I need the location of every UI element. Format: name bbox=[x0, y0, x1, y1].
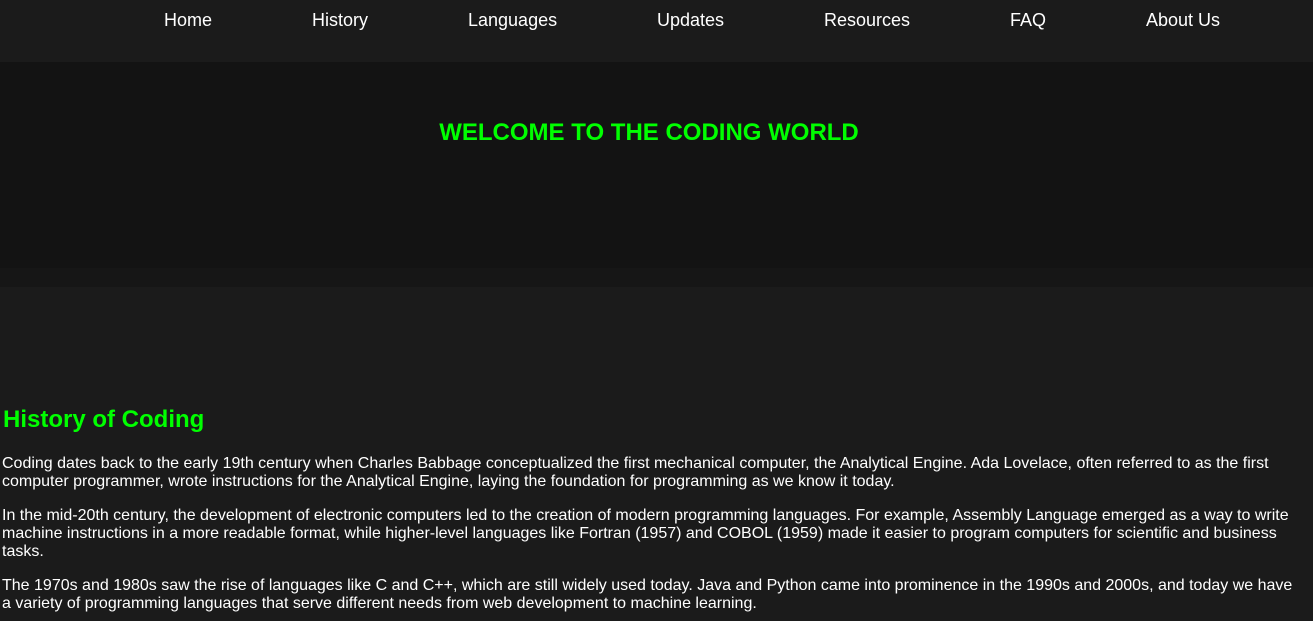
nav-link-resources[interactable]: Resources bbox=[824, 9, 910, 31]
nav-link-history[interactable]: History bbox=[312, 9, 368, 31]
nav-link-updates[interactable]: Updates bbox=[657, 9, 724, 31]
top-navigation-bar: Home History Languages Updates Resources… bbox=[0, 0, 1313, 62]
history-paragraph-2: In the mid-20th century, the development… bbox=[2, 507, 1289, 560]
hero-bottom-strip bbox=[0, 268, 1313, 287]
hero-banner bbox=[0, 62, 1313, 268]
nav-link-home[interactable]: Home bbox=[164, 9, 212, 31]
history-paragraph-1: Coding dates back to the early 19th cent… bbox=[2, 455, 1269, 490]
nav-link-faq[interactable]: FAQ bbox=[1010, 9, 1046, 31]
nav-link-about-us[interactable]: About Us bbox=[1146, 9, 1220, 31]
history-paragraph-3: The 1970s and 1980s saw the rise of lang… bbox=[2, 577, 1293, 612]
history-section bbox=[0, 287, 1313, 621]
hero-title: WELCOME TO THE CODING WORLD bbox=[439, 119, 859, 146]
nav-link-languages[interactable]: Languages bbox=[468, 9, 557, 31]
page: Home History Languages Updates Resources… bbox=[0, 0, 1313, 621]
history-heading: History of Coding bbox=[3, 406, 205, 433]
